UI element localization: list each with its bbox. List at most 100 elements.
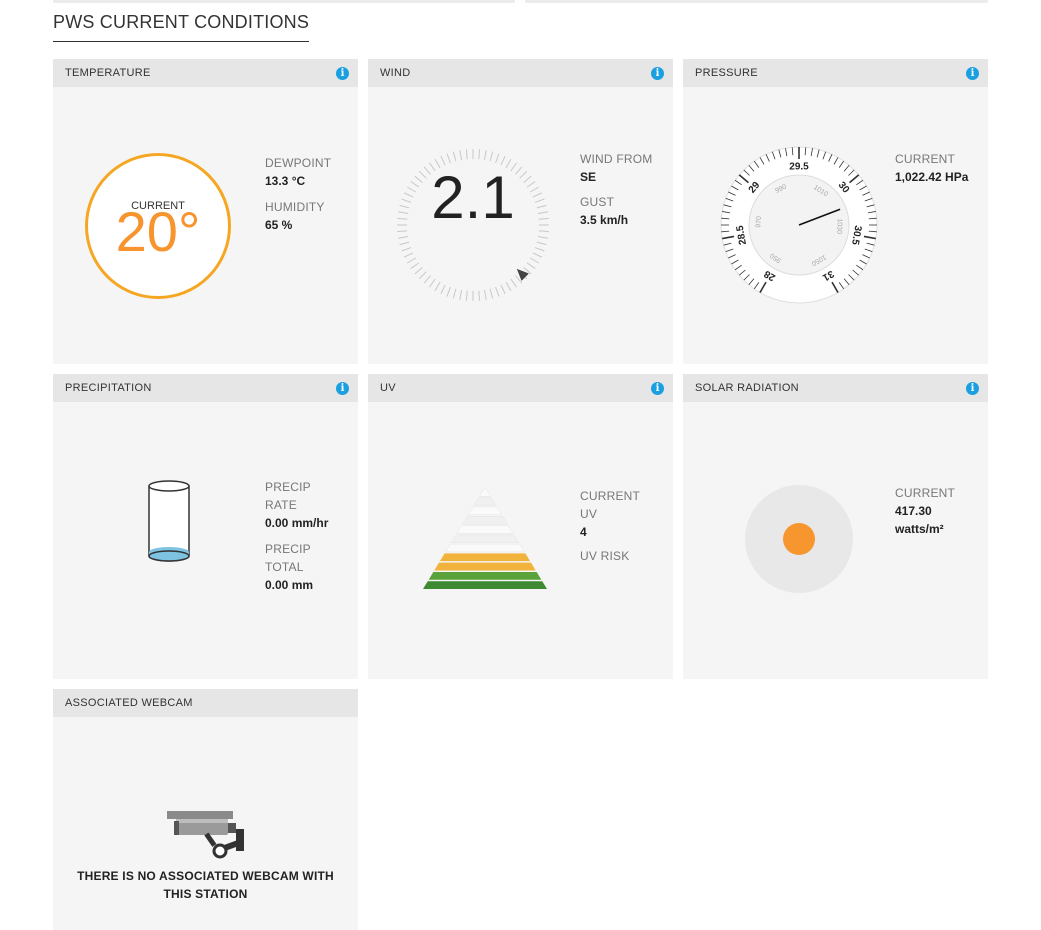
wind-from-value: SE [580,170,597,184]
uv-level-band [434,562,536,571]
wind-dial-tick [414,267,423,275]
wind-from-label: WIND FROM [580,152,653,166]
precipitation-card-header: PRECIPITATION i [53,374,358,402]
info-icon[interactable]: i [651,67,664,80]
webcam-card-header: ASSOCIATED WEBCAM [53,689,358,717]
info-icon[interactable]: i [966,382,979,395]
uv-current-label-1: CURRENT [580,489,641,503]
uv-current-value: 4 [580,525,587,539]
uv-card-title: UV [380,382,396,394]
wind-dial-tick [489,288,494,299]
wind-dial-tick [510,278,518,288]
temperature-card: TEMPERATURE i CURRENT 20° DEWPOINT 13.3 … [53,59,358,364]
temperature-card-title: TEMPERATURE [65,67,151,79]
wind-dial-tick [401,198,412,203]
webcam-card: ASSOCIATED WEBCAM THERE IS NO ASSOCIATED… [53,689,358,930]
solar-radiation-card-title: SOLAR RADIATION [695,382,799,394]
precip-total-label-2: TOTAL [265,560,304,574]
wind-dial-tick [440,284,446,295]
security-camera-icon [167,811,244,859]
page-title: PWS CURRENT CONDITIONS [53,12,310,42]
solar-unit: watts/m² [895,522,944,536]
wind-dial-tick [459,150,463,161]
wind-dial-tick [526,262,536,270]
uv-level-band [423,581,547,589]
info-icon[interactable]: i [966,67,979,80]
pressure-current-stat: CURRENT 1,022.42 HPa [895,150,985,186]
solar-current-stat: CURRENT 417.30 watts/m² [895,484,985,538]
wind-dial-tick [452,288,457,299]
precipitation-card-title: PRECIPITATION [65,382,152,394]
info-icon[interactable]: i [336,67,349,80]
humidity-value: 65 % [265,218,293,232]
wind-dial-tick [538,230,549,233]
wind-dial-tick [478,290,481,301]
pressure-hpa-label: 970 [755,216,763,228]
wind-dial-tick [434,281,441,292]
gust-stat: GUST 3.5 km/h [580,193,670,229]
precip-rate-label-2: RATE [265,498,297,512]
wind-card-header: WIND i [368,59,673,87]
wind-dial-tick [406,257,417,264]
pressure-current-label: CURRENT [895,152,956,166]
wind-dial-tick [397,217,408,220]
wind-speed-value: 2.1 [431,164,515,231]
uv-risk-label: UV RISK [580,549,630,563]
precip-total-value: 0.00 mm [265,578,314,592]
dewpoint-label: DEWPOINT [265,156,332,170]
pressure-current-value: 1,022.42 HPa [895,170,969,184]
wind-dial-tick [403,192,414,198]
pressure-card-title: PRESSURE [695,67,758,79]
wind-dial-tick [410,180,420,188]
wind-dial-tick [529,186,540,193]
wind-dial-tick [399,204,410,209]
dewpoint-value: 13.3 °C [265,174,306,188]
dewpoint-stat: DEWPOINT 13.3 °C [265,154,355,190]
uv-level-band [428,571,542,580]
uv-level-band [450,534,520,543]
wind-dial-tick [410,262,420,270]
wind-card-title: WIND [380,67,411,79]
humidity-label: HUMIDITY [265,200,325,214]
pressure-tick-label: 29.5 [789,162,809,173]
wind-dial-tick [489,151,494,162]
uv-level-band [456,525,514,534]
wind-dial-tick [406,186,417,193]
uv-level-band [445,543,525,553]
wind-dial-tick [418,271,427,280]
uv-level-band [467,506,503,516]
wind-dial-tick [500,284,506,295]
solar-current-value: 417.30 [895,504,932,518]
wind-from-stat: WIND FROM SE [580,150,670,186]
wind-dial-tick [452,151,457,162]
wind-dial-tick [529,257,540,264]
top-panel-edge-right [525,0,988,3]
wind-dial-tick [446,153,451,164]
webcam-card-title: ASSOCIATED WEBCAM [65,697,193,709]
uv-level-band [478,488,492,497]
wind-dial-tick [428,278,436,288]
precip-rate-stat: PRECIP RATE 0.00 mm/hr [265,478,355,532]
uv-card: UV i CURRENT UV 4 UV RISK [368,374,673,679]
info-icon[interactable]: i [336,382,349,395]
wind-dial-tick [483,150,487,161]
wind-dial-tick [534,247,545,252]
wind-dial-tick [399,241,410,246]
wind-dial-tick [478,149,481,160]
uv-level-band [439,553,531,562]
uv-current-stat: CURRENT UV 4 UV RISK [580,487,670,565]
uv-card-header: UV i [368,374,673,402]
gust-value: 3.5 km/h [580,213,629,227]
wind-dial-tick [483,289,487,300]
wind-dial-tick [397,230,408,233]
temperature-card-header: TEMPERATURE i [53,59,358,87]
wind-dial-tick [537,235,548,239]
no-webcam-message: THERE IS NO ASSOCIATED WEBCAM WITH THIS … [77,869,334,901]
humidity-stat: HUMIDITY 65 % [265,198,355,234]
temperature-value: 20° [115,200,201,263]
wind-dial-tick [398,211,409,215]
info-icon[interactable]: i [651,382,664,395]
wind-dial-tick [526,180,536,188]
solar-radiation-card: SOLAR RADIATION i CURRENT 417.30 watts/m… [683,374,988,679]
uv-level-band [473,497,497,506]
